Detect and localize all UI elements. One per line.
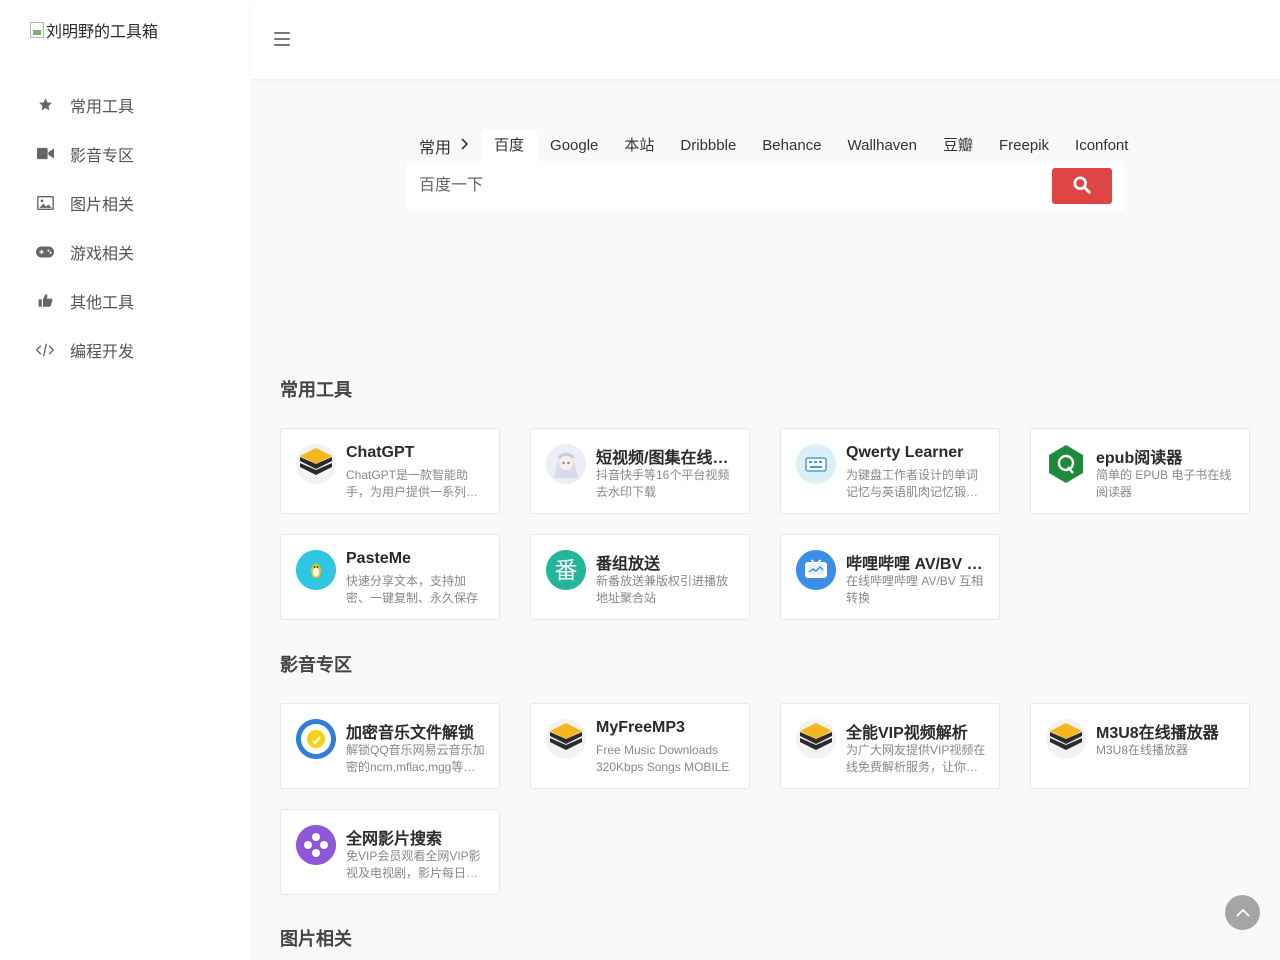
- search-icon: [1073, 175, 1091, 197]
- search-input[interactable]: [407, 161, 1047, 211]
- code-icon: [36, 341, 54, 359]
- card-description: 为键盘工作者设计的单词记忆与英语肌肉记忆锻炼软件: [846, 468, 979, 499]
- card-title: epub阅读器: [1096, 450, 1183, 467]
- tool-card-pasteme[interactable]: PasteMe 快速分享文本，支持加密、一键复制、永久保存: [280, 534, 500, 620]
- card-description: 抖音快手等16个平台视频去水印下载: [596, 468, 730, 499]
- back-to-top-button[interactable]: [1225, 895, 1260, 930]
- section-title-media: 影音专区: [280, 655, 352, 676]
- search-tab-wallhaven[interactable]: Wallhaven: [835, 130, 930, 161]
- sidebar-item-games[interactable]: 游戏相关: [0, 227, 250, 276]
- search-tab-dribbble[interactable]: Dribbble: [667, 130, 749, 161]
- video-camera-icon: [36, 145, 54, 163]
- sidebar-item-label: 影音专区: [70, 147, 135, 165]
- search-engine-tabs: 常用 百度 Google 本站 Dribbble Behance Wallhav…: [407, 130, 1141, 161]
- section-title-images: 图片相关: [280, 929, 352, 950]
- card-title: M3U8在线播放器: [1096, 725, 1219, 742]
- tool-card-bilibili-converter[interactable]: 哔哩哔哩 AV/BV 互相转换 在线哔哩哔哩 AV/BV 互相转换: [780, 534, 1000, 620]
- sidebar-item-images[interactable]: 图片相关: [0, 178, 250, 227]
- svg-text:番: 番: [555, 558, 578, 584]
- layers-icon: [546, 719, 586, 759]
- card-description: 解锁QQ音乐网易云音乐加密的ncm,mflac,mgg等格式: [346, 743, 485, 774]
- tool-card-music-unlock[interactable]: 加密音乐文件解锁 解锁QQ音乐网易云音乐加密的ncm,mflac,mgg等格式: [280, 703, 500, 789]
- penguin-icon: [296, 550, 336, 590]
- tool-card-vip-video-parser[interactable]: 全能VIP视频解析 为广大网友提供VIP视频在线免费解析服务，让你轻松观影: [780, 703, 1000, 789]
- sidebar-item-label: 编程开发: [70, 343, 135, 361]
- sidebar-item-label: 其他工具: [70, 294, 135, 312]
- search-button[interactable]: [1052, 168, 1112, 204]
- search-tab-douban[interactable]: 豆瓣: [930, 130, 986, 161]
- anime-avatar-icon: [546, 444, 586, 484]
- card-description: 快速分享文本，支持加密、一键复制、永久保存: [346, 574, 479, 605]
- card-description: 新番放送兼版权引进播放地址聚合站: [596, 574, 729, 605]
- sidebar: 刘明野的工具箱 常用工具 影音专区 图片相关 游戏相关 其他工具 编程开发: [0, 0, 250, 960]
- star-icon: [36, 96, 54, 114]
- sidebar-item-label: 常用工具: [70, 98, 135, 116]
- search-tab-freepik[interactable]: Freepik: [986, 130, 1062, 161]
- card-title: Qwerty Learner: [846, 444, 964, 461]
- chevron-right-icon: [461, 137, 469, 155]
- card-title: 全网影片搜索: [346, 831, 443, 848]
- chevron-up-icon: [1235, 904, 1250, 922]
- site-logo[interactable]: 刘明野的工具箱: [30, 18, 158, 42]
- card-title: PasteMe: [346, 550, 411, 567]
- section-title-common-tools: 常用工具: [280, 380, 352, 401]
- tool-card-epub-reader[interactable]: epub阅读器 简单的 EPUB 电子书在线阅读器: [1030, 428, 1250, 514]
- tool-card-bangumi[interactable]: 番 番组放送 新番放送兼版权引进播放地址聚合站: [530, 534, 750, 620]
- sidebar-item-common-tools[interactable]: 常用工具: [0, 80, 250, 129]
- layers-icon: [796, 719, 836, 759]
- card-description: Free Music Downloads 320Kbps Songs MOBIL…: [596, 743, 730, 774]
- card-description: 在线哔哩哔哩 AV/BV 互相转换: [846, 574, 984, 605]
- tool-card-movie-search[interactable]: 全网影片搜索 免VIP会员观看全网VIP影视及电视剧，影片每日更新: [280, 809, 500, 895]
- card-description: 免VIP会员观看全网VIP影视及电视剧，影片每日更新: [346, 849, 481, 880]
- search-tab-iconfont[interactable]: Iconfont: [1062, 130, 1141, 161]
- film-reel-icon: [296, 825, 336, 865]
- broken-image-icon: [30, 22, 44, 38]
- search-box: [407, 161, 1124, 211]
- card-title: ChatGPT: [346, 444, 415, 461]
- search-tab-google[interactable]: Google: [537, 130, 611, 161]
- card-description: ChatGPT是一款智能助手，为用户提供一系列服务: [346, 468, 479, 499]
- card-title: 番组放送: [596, 556, 661, 573]
- sidebar-nav: 常用工具 影音专区 图片相关 游戏相关 其他工具 编程开发: [0, 80, 250, 374]
- card-title: 哔哩哔哩 AV/BV 互相转换: [846, 556, 986, 573]
- card-title: 全能VIP视频解析: [846, 725, 968, 742]
- thumbs-up-icon: [36, 292, 54, 310]
- sidebar-item-dev[interactable]: 编程开发: [0, 325, 250, 374]
- image-icon: [36, 194, 54, 212]
- search-group-selector[interactable]: 常用: [407, 130, 481, 161]
- tool-card-chatgpt[interactable]: ChatGPT ChatGPT是一款智能助手，为用户提供一系列服务: [280, 428, 500, 514]
- music-disc-icon: [296, 719, 336, 759]
- search-tab-behance[interactable]: Behance: [749, 130, 834, 161]
- tool-card-myfreemp3[interactable]: MyFreeMP3 Free Music Downloads 320Kbps S…: [530, 703, 750, 789]
- fan-character-icon: 番: [546, 550, 586, 590]
- card-title: MyFreeMP3: [596, 719, 685, 736]
- card-description: 为广大网友提供VIP视频在线免费解析服务，让你轻松观影: [846, 743, 986, 774]
- card-description: M3U8在线播放器: [1096, 743, 1189, 757]
- sidebar-item-label: 图片相关: [70, 196, 135, 214]
- card-description: 简单的 EPUB 电子书在线阅读器: [1096, 468, 1232, 499]
- card-title: 短视频/图集在线解析: [596, 450, 736, 467]
- logo-alt-text: 刘明野的工具箱: [46, 24, 159, 41]
- gamepad-icon: [36, 243, 54, 261]
- q-hexagon-icon: [1046, 444, 1086, 484]
- tool-card-m3u8-player[interactable]: M3U8在线播放器 M3U8在线播放器: [1030, 703, 1250, 789]
- tv-icon: [796, 550, 836, 590]
- keyboard-icon: [796, 444, 836, 484]
- sidebar-item-media[interactable]: 影音专区: [0, 129, 250, 178]
- layers-icon: [1046, 719, 1086, 759]
- search-group-label: 常用: [419, 139, 452, 157]
- tool-card-qwerty-learner[interactable]: Qwerty Learner 为键盘工作者设计的单词记忆与英语肌肉记忆锻炼软件: [780, 428, 1000, 514]
- hamburger-menu-icon[interactable]: [274, 32, 290, 46]
- top-header: [250, 0, 1280, 79]
- search-tab-baidu[interactable]: 百度: [481, 130, 538, 161]
- tool-card-video-parser[interactable]: 短视频/图集在线解析 抖音快手等16个平台视频去水印下载: [530, 428, 750, 514]
- search-tab-site[interactable]: 本站: [611, 130, 667, 161]
- card-title: 加密音乐文件解锁: [346, 725, 475, 742]
- layers-icon: [296, 444, 336, 484]
- sidebar-item-label: 游戏相关: [70, 245, 135, 263]
- sidebar-item-other-tools[interactable]: 其他工具: [0, 276, 250, 325]
